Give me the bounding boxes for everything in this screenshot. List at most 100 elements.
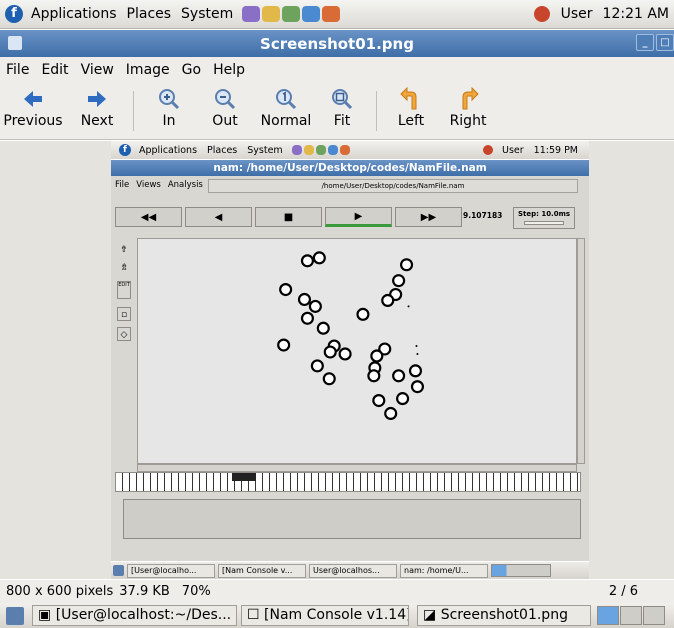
inner-taskbar: [User@localho... [Nam Console v... User@… (111, 562, 589, 579)
show-desktop-icon[interactable] (6, 606, 24, 625)
menu-edit[interactable]: Edit (35, 62, 74, 78)
network-node (384, 406, 398, 420)
launcher-icon[interactable] (322, 6, 341, 22)
inner-launcher-icon (291, 145, 302, 155)
workspace-switcher[interactable] (597, 606, 666, 625)
menu-applications[interactable]: Applications (26, 6, 122, 22)
launcher-icon[interactable] (302, 6, 321, 22)
rotate-left-button[interactable]: Left (384, 85, 438, 137)
maximize-icon[interactable]: □ (656, 34, 674, 51)
zoom-normal-icon (276, 89, 297, 110)
time-slider (115, 472, 581, 492)
panel-user[interactable]: User (556, 6, 598, 22)
annotation-panel (123, 499, 581, 539)
foot-icon[interactable]: f (5, 5, 23, 23)
inner-window-titlebar: nam: /home/User/Desktop/codes/NamFile.na… (111, 160, 589, 176)
tool-diamond-icon: ◇ (117, 327, 131, 341)
network-node (392, 369, 406, 383)
inner-menu-applications: Applications (139, 144, 198, 156)
inner-task-terminal-2: User@localhos... (309, 563, 397, 578)
zoom-in-label: In (162, 113, 176, 129)
zoom-fit-button[interactable]: Fit (314, 85, 370, 137)
workspace-1[interactable] (597, 606, 619, 625)
network-node (370, 349, 384, 363)
minimize-icon[interactable]: _ (636, 34, 654, 51)
inner-panel-clock: 11:59 PM (533, 144, 578, 156)
task-terminal[interactable]: ▣ [User@localhost:~/Des... (32, 605, 237, 626)
rotate-right-button[interactable]: Right (440, 85, 496, 137)
inner-window-title: nam: /home/User/Desktop/codes/NamFile.na… (213, 162, 487, 174)
tool-box-icon: ▫ (117, 307, 131, 321)
panel-launchers (242, 6, 341, 22)
rotate-right-icon (462, 87, 479, 110)
menu-view[interactable]: View (75, 62, 120, 78)
image-viewer-icon: ◪ (423, 607, 441, 623)
arrow-left-icon (24, 91, 42, 107)
task-screenshot[interactable]: ◪ Screenshot01.png (417, 605, 591, 626)
panel-clock[interactable]: 12:21 AM (598, 6, 674, 22)
zoom-out-button[interactable]: Out (196, 85, 254, 137)
toolbar: Previous Next In Out Normal Fit Left Rig… (0, 83, 674, 140)
network-node (372, 394, 386, 408)
inner-top-panel: f Applications Places System User 11:59 … (111, 141, 589, 159)
nam-tool-column: ⇮ ⇯ EDIT ▫ ◇ (114, 239, 136, 489)
launcher-icon[interactable] (282, 6, 301, 22)
launcher-icon[interactable] (262, 6, 281, 22)
nam-menubar: File Views Analysis (115, 180, 203, 190)
next-button[interactable]: Next (66, 85, 128, 137)
network-node (310, 359, 324, 373)
inner-workspace-switcher (491, 564, 551, 577)
network-node (312, 251, 326, 265)
network-node (356, 307, 370, 321)
network-node (316, 321, 330, 335)
network-node (277, 338, 291, 352)
rewind-button: ◀◀ (115, 207, 182, 227)
update-icon[interactable] (533, 6, 550, 22)
stop-button: ■ (255, 207, 322, 227)
network-node (367, 369, 381, 383)
inner-launcher-icon (327, 145, 338, 155)
menu-places[interactable]: Places (122, 6, 177, 22)
nam-window: File Views Analysis /home/User/Desktop/c… (111, 176, 589, 561)
arrow-right-icon (88, 91, 106, 107)
menu-go[interactable]: Go (176, 62, 207, 78)
sim-time: 9.107183 (463, 211, 503, 220)
menubar: File Edit View Image Go Help (0, 57, 674, 83)
zoom-out-tool-icon: ⇯ (120, 263, 128, 273)
menu-system[interactable]: System (176, 6, 238, 22)
network-node (300, 254, 314, 268)
menu-file[interactable]: File (0, 62, 35, 78)
image-counter: 2 / 6 (608, 584, 638, 599)
play-button: ▶ (325, 207, 392, 227)
menu-image[interactable]: Image (120, 62, 176, 78)
app-icon (8, 36, 22, 50)
inner-launcher-icon (339, 145, 350, 155)
network-node (381, 293, 395, 307)
network-node (308, 299, 322, 313)
file-size: 37.9 KB (119, 584, 170, 599)
menu-help[interactable]: Help (207, 62, 251, 78)
previous-label: Previous (3, 113, 63, 129)
step-box: Step: 10.0ms (513, 207, 575, 229)
zoom-out-label: Out (212, 113, 238, 129)
vertical-scrollbar (577, 238, 585, 464)
step-slider (524, 221, 564, 225)
bottom-taskbar: ▣ [User@localhost:~/Des... ☐ [Nam Consol… (0, 603, 674, 628)
launcher-icon[interactable] (242, 6, 261, 22)
zoom-in-button[interactable]: In (140, 85, 198, 137)
workspace-3[interactable] (643, 606, 665, 625)
window-title: Screenshot01.png (260, 34, 414, 53)
window-titlebar[interactable]: Screenshot01.png _ □ (0, 30, 674, 57)
inner-foot-icon: f (119, 144, 131, 156)
network-node (400, 258, 414, 272)
zoom-normal-button[interactable]: Normal (256, 85, 316, 137)
inner-task-nam: nam: /home/U... (400, 563, 488, 578)
task-nam-console[interactable]: ☐ [Nam Console v1.14] (241, 605, 409, 626)
workspace-2[interactable] (620, 606, 642, 625)
displayed-image[interactable]: f Applications Places System User 11:59 … (111, 141, 589, 579)
statusbar: 800 x 600 pixels 37.9 KB 70% 2 / 6 (0, 580, 674, 603)
previous-button[interactable]: Previous (2, 85, 64, 137)
playback-controls: ◀◀ ◀ ■ ▶ ▶▶ 9.107183 Step: 10.0ms (115, 207, 585, 231)
zoom-in-icon (159, 89, 180, 110)
network-node (300, 311, 314, 325)
